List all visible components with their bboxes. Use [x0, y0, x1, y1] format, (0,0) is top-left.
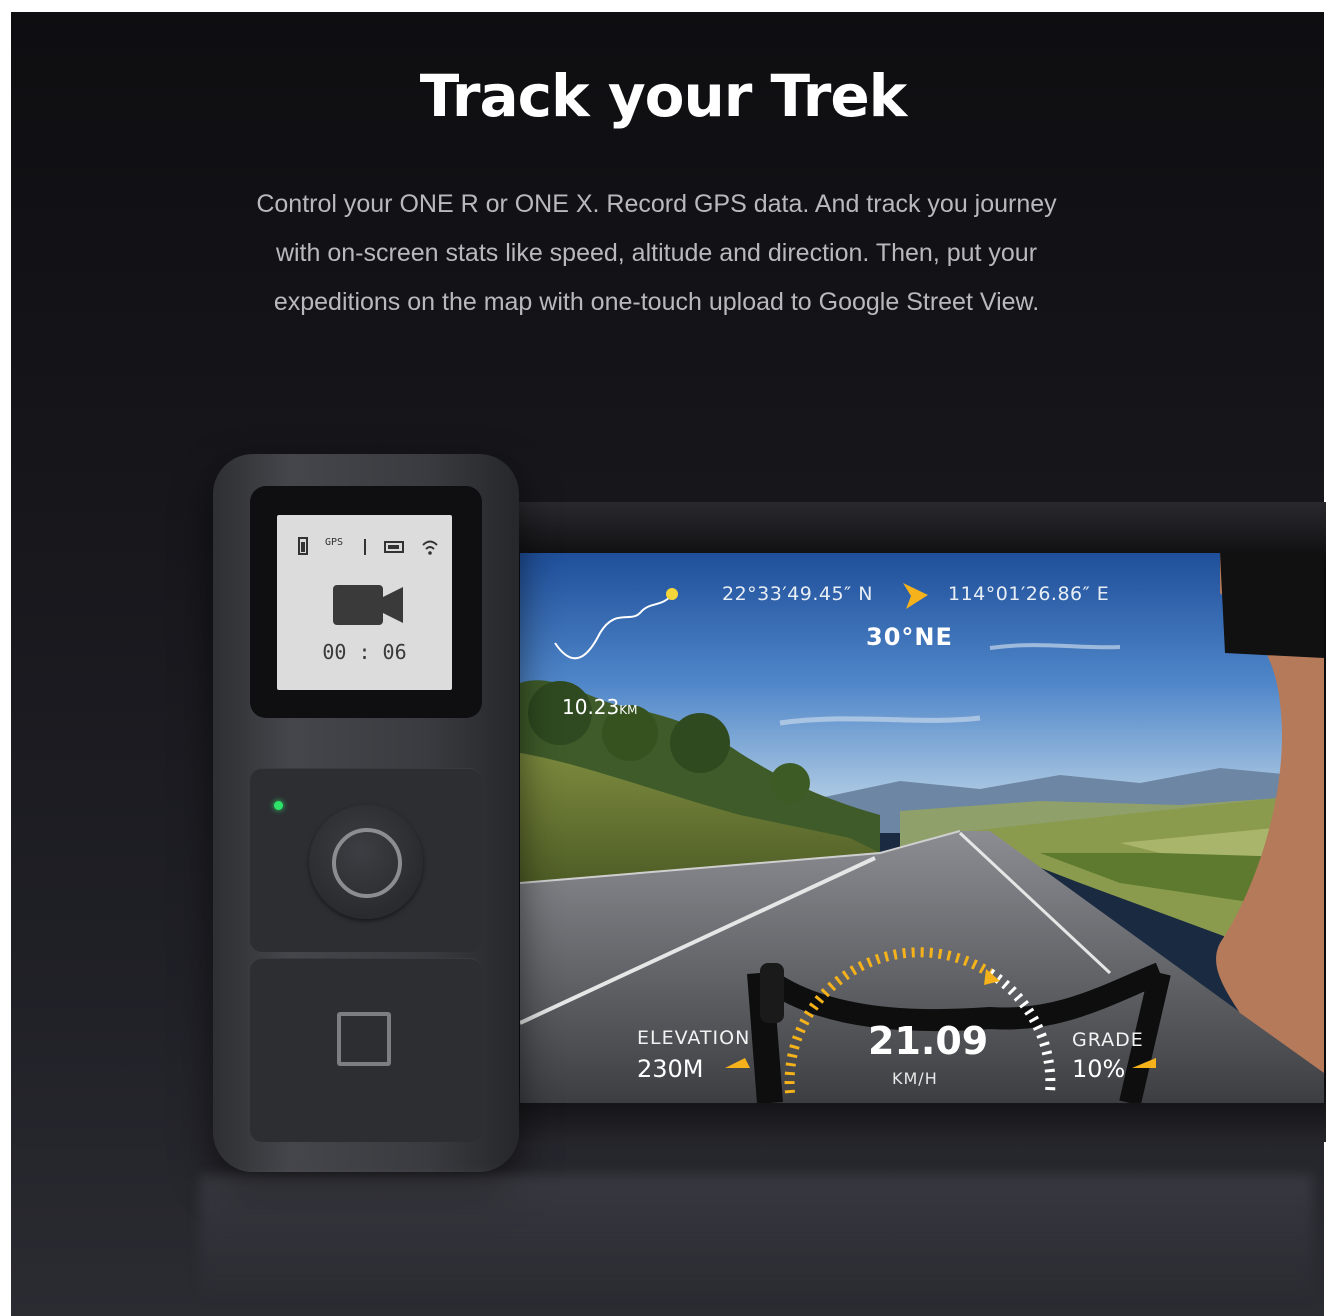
phone-screen: 22°33′49.45″ N 114°01′26.86″ E 30°NE 10.… [520, 553, 1324, 1103]
distance-readout: 10.23KM [562, 695, 638, 719]
distance-unit: KM [619, 703, 638, 717]
grade-label: GRADE [1072, 1029, 1144, 1051]
speed-unit: KM/H [892, 1069, 938, 1088]
lcd-recording-timer: 00 : 06 [322, 640, 407, 664]
square-stop-icon [337, 1012, 391, 1066]
gps-longitude: 114°01′26.86″ E [948, 583, 1110, 605]
compass-heading: 30°NE [866, 623, 953, 651]
speed-value: 21.09 [868, 1019, 989, 1063]
description-line: expeditions on the map with one-touch up… [273, 288, 1040, 316]
distance-value: 10.23 [562, 695, 620, 719]
description-line: with on-screen stats like speed, altitud… [275, 239, 1038, 267]
lcd-gps-label: GPS [325, 537, 344, 548]
description-line: Control your ONE R or ONE X. Record GPS … [256, 190, 1057, 218]
floor-reflection [200, 1175, 1313, 1304]
gps-latitude: 22°33′49.45″ N [722, 583, 873, 605]
shutter-ring-icon [332, 828, 402, 898]
grade-value: 10% [1072, 1055, 1126, 1083]
section-description: Control your ONE R or ONE X. Record GPS … [200, 180, 1113, 327]
status-led [274, 801, 283, 810]
elevation-value: 230M [637, 1055, 704, 1083]
elevation-label: ELEVATION [637, 1027, 751, 1049]
section-title: Track your Trek [419, 62, 908, 130]
